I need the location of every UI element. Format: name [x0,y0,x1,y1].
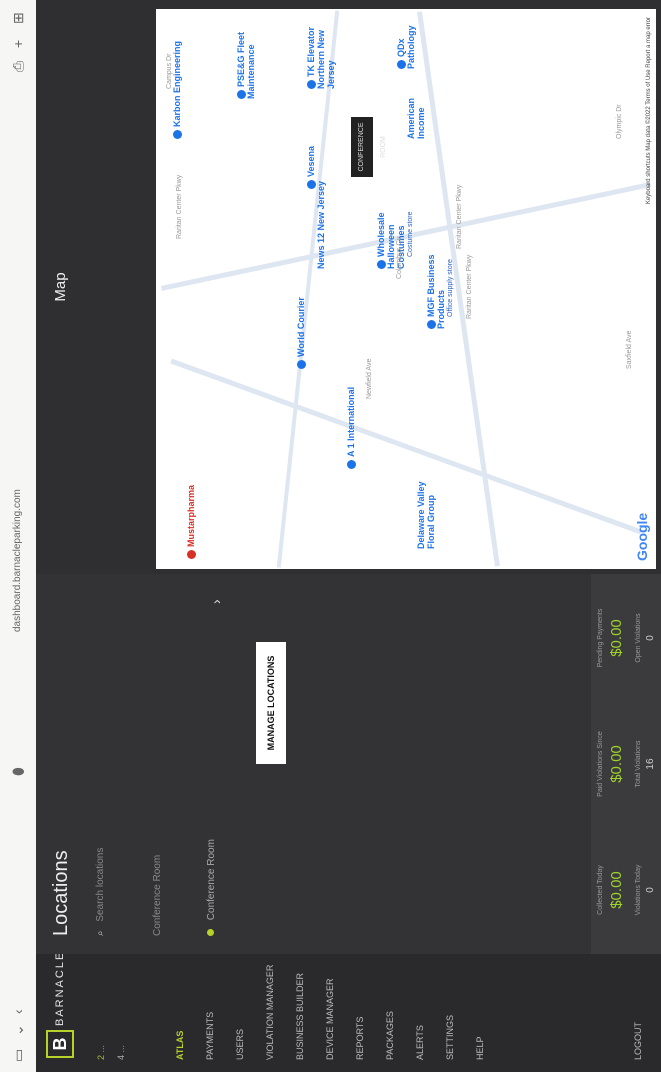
stat-pending-payments: Pending Payments $0.00 [597,608,625,668]
street-label: Campus Dr [166,53,173,89]
brand-name: BARNACLE [54,950,66,1026]
street-label: Saxfield Ave [626,330,633,369]
map-place-mgf[interactable]: MGF Business Products Office supply store [426,249,456,329]
share-icon[interactable]: ⎙ [10,61,27,72]
map-place-mustarpharma[interactable]: Mustarpharma [186,485,197,559]
back-arrow-icon[interactable]: ‹ [10,1009,26,1014]
map-pin-icon [307,180,317,189]
map-title: Map [52,272,69,302]
chevron-down-icon[interactable]: ⌄ [10,1024,27,1036]
street-label: Raritan Center Pkwy [456,184,463,249]
location-row[interactable]: Conference Room [152,596,172,936]
sidebar-item-users[interactable]: USERS [234,960,264,1060]
app-window: B BARNACLE 2 ... 4 ... ATLAS PAYMENTS US… [36,0,661,1072]
map-place-tk-elevator[interactable]: TK Elevator Northern New Jersey [306,19,336,89]
street-label: Newfield Ave [366,358,373,399]
map-attribution[interactable]: Keyboard shortcuts Map data ©2022 Terms … [646,17,652,204]
rotated-screen: ▭ ⌄ ‹ ⬮ dashboard.barnacleparking.com ⎙ … [0,0,661,1072]
stat-collected-today: Collected Today $0.00 [597,865,625,915]
user-line-1: 2 ... [96,1044,106,1060]
map-pin-icon [347,460,357,469]
chevron-right-icon[interactable]: › [208,599,224,604]
stat-violations-today: Violations Today 0 [635,864,656,916]
street-label: Raritan Center Pkwy [466,254,473,319]
address-bar[interactable]: dashboard.barnacleparking.com [12,489,23,632]
search-placeholder: Search locations [95,847,106,922]
street-label: Raritan Center Pkwy [176,174,183,239]
map-place-world-courier[interactable]: World Courier [296,297,307,369]
map-pin-icon [377,260,387,269]
map-place-pseg[interactable]: PSE&G Fleet Maintenance [236,29,256,99]
map-place-news12[interactable]: News 12 New Jersey [316,181,326,269]
map-section: Map Karbon Engineering PSE&G Fleet Maint… [36,0,661,574]
google-map[interactable]: Karbon Engineering PSE&G Fleet Maintenan… [156,9,656,569]
google-logo: Google [634,512,650,561]
stat-total-violations: Total Violations 16 [635,740,656,788]
map-pin-icon [427,320,437,329]
search-input[interactable]: ⌕ Search locations [90,596,112,936]
map-place-qdx[interactable]: QDx Pathology [396,9,416,69]
stat-paid-violations: Paid Violations Since $0.00 [597,731,625,797]
tab-overview-icon[interactable]: ⊞ [10,12,27,24]
stats-bar: Collected Today $0.00 Paid Violations Si… [591,574,661,954]
barnacle-logo: B [46,1030,74,1058]
street-label: Olympic Dr [616,104,623,139]
map-pin-icon [237,90,247,99]
map-pin-icon [187,550,197,559]
road [276,10,340,568]
sidebar-nav: ATLAS PAYMENTS USERS VIOLATION MANAGER B… [174,960,504,1060]
location-label: Conference Room [152,854,163,936]
map-place-karbon[interactable]: Karbon Engineering [172,41,183,139]
sidebar-item-help[interactable]: HELP [474,960,504,1060]
map-pin-icon [173,130,183,139]
location-label: Conference Room [206,839,217,921]
search-icon: ⌕ [95,930,106,936]
page-title: Locations [50,850,72,936]
manage-locations-button[interactable]: MANAGE LOCATIONS [256,642,286,764]
map-pin-icon [307,80,317,89]
sidebar-item-settings[interactable]: SETTINGS [444,960,474,1060]
map-place-delaware-valley[interactable]: Delaware Valley Floral Group [416,469,436,549]
shield-icon: ⬮ [10,767,26,776]
logout-link[interactable]: LOGOUT [633,1022,643,1060]
road [170,358,642,535]
sidebar-item-violation-manager[interactable]: VIOLATION MANAGER [264,960,294,1060]
sidebar-item-packages[interactable]: PACKAGES [384,960,414,1060]
sidebar-item-reports[interactable]: REPORTS [354,960,384,1060]
browser-toolbar: ▭ ⌄ ‹ ⬮ dashboard.barnacleparking.com ⎙ … [0,0,36,1072]
stat-open-violations: Open Violations 0 [635,613,656,663]
sidebar-item-business-builder[interactable]: BUSINESS BUILDER [294,960,324,1060]
map-pin-icon [397,60,407,69]
sidebar-item-alerts[interactable]: ALERTS [414,960,444,1060]
map-place-american-income[interactable]: American Income [406,69,426,139]
street-label: Columbus Cir [396,236,403,279]
user-line-2: 4 ... [116,1044,126,1060]
sidebar-item-payments[interactable]: PAYMENTS [204,960,234,1060]
sidebar-item-device-manager[interactable]: DEVICE MANAGER [324,960,354,1060]
locations-panel: Locations ⌕ Search locations Conference … [36,574,661,954]
location-status-dot [207,929,214,936]
location-row-selected[interactable]: Conference Room [206,596,226,936]
sidebar-item-atlas[interactable]: ATLAS [174,960,204,1060]
sidebar-toggle-icon[interactable]: ▭ [10,1049,27,1062]
map-tooltip: CONFERENCE ROOM [351,117,387,177]
map-place-vesena[interactable]: Vesena [306,146,317,189]
new-tab-icon[interactable]: + [10,40,26,48]
sidebar: B BARNACLE 2 ... 4 ... ATLAS PAYMENTS US… [36,950,661,1072]
map-pin-icon [297,360,307,369]
map-place-a1[interactable]: A 1 International [346,387,357,469]
